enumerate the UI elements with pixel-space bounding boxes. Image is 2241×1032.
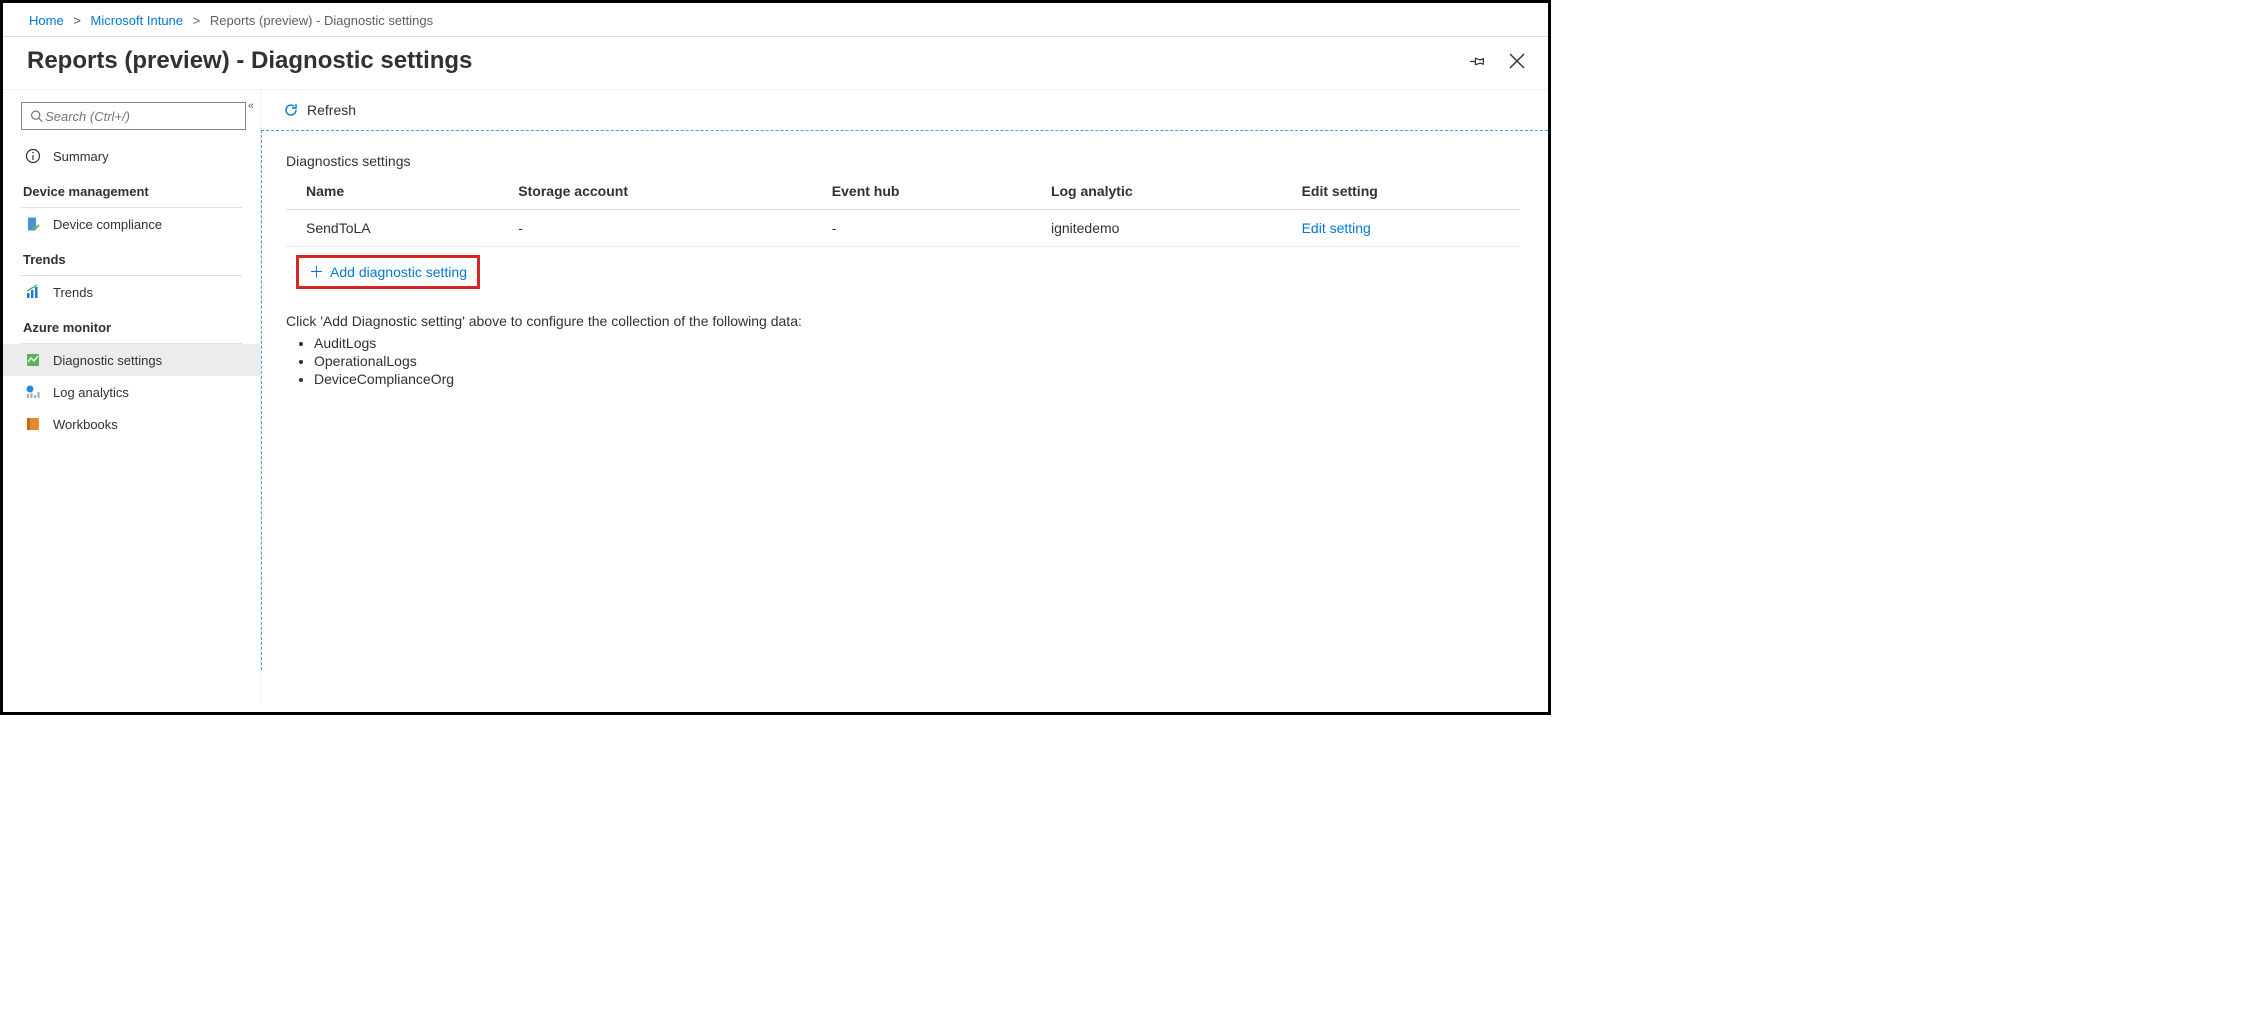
col-eventhub: Event hub: [812, 177, 1031, 210]
sidebar-item-device-compliance[interactable]: Device compliance: [3, 208, 260, 240]
sidebar-item-label: Workbooks: [53, 417, 118, 432]
sidebar: « Summary Device management: [3, 90, 261, 703]
sidebar-search[interactable]: [21, 102, 246, 130]
breadcrumb-separator-icon: >: [73, 13, 81, 28]
refresh-button[interactable]: Refresh: [283, 102, 356, 118]
sidebar-item-label: Trends: [53, 285, 93, 300]
cell-storage: -: [498, 210, 811, 247]
col-name: Name: [286, 177, 498, 210]
cell-loganalytic: ignitedemo: [1031, 210, 1282, 247]
command-bar: Refresh: [261, 90, 1548, 130]
device-compliance-icon: [25, 216, 41, 232]
sidebar-item-diagnostic-settings[interactable]: Diagnostic settings: [3, 344, 260, 376]
diagnostics-panel: Diagnostics settings Name Storage accoun…: [261, 130, 1548, 670]
col-loganalytic: Log analytic: [1031, 177, 1282, 210]
close-button[interactable]: [1506, 50, 1528, 72]
sidebar-item-label: Device compliance: [53, 217, 162, 232]
col-storage: Storage account: [498, 177, 811, 210]
cell-eventhub: -: [812, 210, 1031, 247]
hint-list: AuditLogs OperationalLogs DeviceComplian…: [314, 335, 1520, 387]
diagnostic-icon: [25, 352, 41, 368]
plus-icon: ＋: [309, 265, 324, 280]
content-pane: Refresh Diagnostics settings Name Storag…: [261, 90, 1548, 703]
log-analytics-icon: [25, 384, 41, 400]
sidebar-section-header: Device management: [3, 172, 260, 203]
add-diagnostic-setting-button[interactable]: ＋ Add diagnostic setting: [296, 255, 480, 289]
breadcrumb-current: Reports (preview) - Diagnostic settings: [210, 13, 433, 28]
page-title: Reports (preview) - Diagnostic settings: [27, 47, 1466, 75]
pin-icon: [1468, 52, 1486, 70]
sidebar-item-label: Diagnostic settings: [53, 353, 162, 368]
diagnostics-table: Name Storage account Event hub Log analy…: [286, 177, 1520, 247]
refresh-icon: [283, 102, 299, 118]
hint-text: Click 'Add Diagnostic setting' above to …: [286, 313, 1520, 329]
search-icon: [30, 109, 43, 123]
col-edit: Edit setting: [1282, 177, 1520, 210]
hint-item: AuditLogs: [314, 335, 1520, 351]
breadcrumb-separator-icon: >: [193, 13, 201, 28]
sidebar-item-summary[interactable]: Summary: [3, 140, 260, 172]
sidebar-item-workbooks[interactable]: Workbooks: [3, 408, 260, 440]
breadcrumb-intune[interactable]: Microsoft Intune: [91, 13, 184, 28]
info-icon: [25, 148, 41, 164]
table-row: SendToLA - - ignitedemo Edit setting: [286, 210, 1520, 247]
hint-item: DeviceComplianceOrg: [314, 371, 1520, 387]
collapse-sidebar-button[interactable]: «: [248, 100, 254, 112]
edit-setting-link[interactable]: Edit setting: [1302, 220, 1371, 236]
breadcrumb: Home > Microsoft Intune > Reports (previ…: [3, 3, 1548, 34]
sidebar-item-trends[interactable]: Trends: [3, 276, 260, 308]
cell-name: SendToLA: [286, 210, 498, 247]
search-input[interactable]: [43, 108, 237, 125]
workbooks-icon: [25, 416, 41, 432]
sidebar-section-header: Trends: [3, 240, 260, 271]
sidebar-item-log-analytics[interactable]: Log analytics: [3, 376, 260, 408]
sidebar-section-header: Azure monitor: [3, 308, 260, 339]
hint-item: OperationalLogs: [314, 353, 1520, 369]
sidebar-item-label: Log analytics: [53, 385, 129, 400]
refresh-label: Refresh: [307, 102, 356, 118]
close-icon: [1509, 53, 1525, 69]
trends-icon: [25, 284, 41, 300]
pin-button[interactable]: [1466, 50, 1488, 72]
breadcrumb-home[interactable]: Home: [29, 13, 64, 28]
panel-heading: Diagnostics settings: [286, 153, 1520, 169]
add-diagnostic-label: Add diagnostic setting: [330, 264, 467, 280]
sidebar-item-label: Summary: [53, 149, 109, 164]
